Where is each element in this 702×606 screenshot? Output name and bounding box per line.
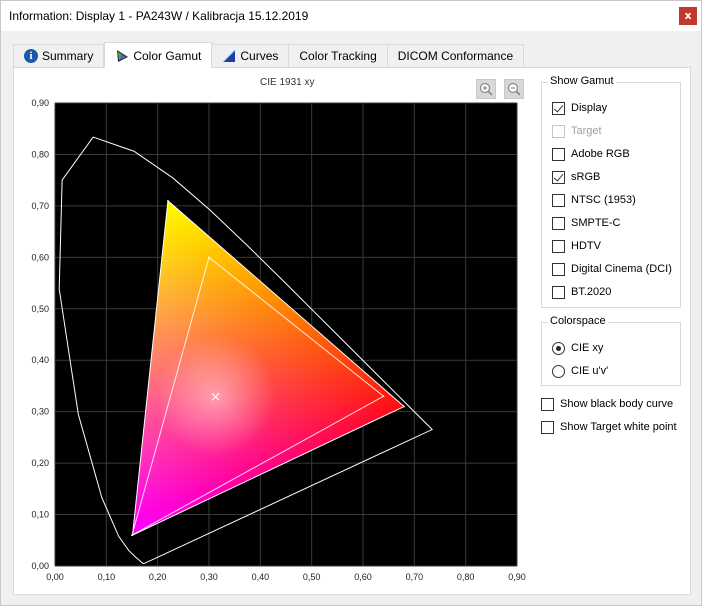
tab-label: Summary [42, 49, 94, 63]
close-button[interactable]: x [679, 7, 697, 25]
checkbox-label: Digital Cinema (DCI) [571, 263, 672, 275]
checkbox-label: Adobe RGB [571, 148, 630, 160]
tab-label: Curves [240, 49, 279, 63]
x-tick-label: 0,50 [303, 572, 321, 582]
checkbox-label: sRGB [571, 171, 601, 183]
checkbox-box[interactable] [552, 170, 565, 184]
black-body-curve-checkbox[interactable]: Show black body curve [541, 396, 673, 412]
chart-title: CIE 1931 xy [260, 77, 315, 88]
checkbox-label: Display [571, 102, 608, 114]
checkbox-box[interactable] [552, 262, 565, 276]
gamut-adobe-rgb-checkbox[interactable]: Adobe RGB [552, 146, 630, 162]
checkbox-box[interactable] [552, 239, 565, 253]
checkbox-label: Show Target white point [560, 421, 677, 433]
checkbox-box[interactable] [552, 124, 565, 138]
show-gamut-title: Show Gamut [548, 75, 616, 87]
checkbox-box[interactable] [552, 101, 565, 115]
client-area: i Summary Color Gamut Curves Color Track… [1, 31, 701, 605]
x-tick-label: 0,20 [149, 572, 167, 582]
zoom-in-button[interactable] [476, 79, 496, 99]
y-tick-label: 0,10 [31, 510, 49, 520]
tab-curves[interactable]: Curves [212, 44, 290, 67]
info-window: Information: Display 1 - PA243W / Kalibr… [0, 0, 702, 606]
gamut-vertex-srgb [131, 534, 133, 536]
colorspace-group: Colorspace CIE xy CIE u'v' [541, 315, 681, 386]
y-tick-label: 0,30 [31, 407, 49, 417]
checkbox-label: HDTV [571, 240, 601, 252]
show-gamut-group: Show Gamut Display Target Adobe RGB sRGB… [541, 75, 681, 308]
y-tick-label: 0,50 [31, 304, 49, 314]
tab-color-gamut[interactable]: Color Gamut [104, 42, 213, 68]
gamut-smpte-c-checkbox[interactable]: SMPTE-C [552, 215, 621, 231]
gamut-ntsc-checkbox[interactable]: NTSC (1953) [552, 192, 636, 208]
checkbox-box[interactable] [552, 285, 565, 299]
tab-label: DICOM Conformance [397, 49, 514, 63]
x-tick-label: 0,70 [406, 572, 424, 582]
tab-label: Color Tracking [299, 49, 377, 63]
gamut-vertex-srgb [382, 395, 385, 398]
checkbox-box[interactable] [552, 193, 565, 207]
gamut-srgb-checkbox[interactable]: sRGB [552, 169, 600, 185]
y-tick-label: 0,20 [31, 458, 49, 468]
tab-dicom-conformance[interactable]: DICOM Conformance [387, 44, 525, 67]
checkbox-box[interactable] [541, 420, 554, 434]
gamut-bt2020-checkbox[interactable]: BT.2020 [552, 284, 611, 300]
tab-summary[interactable]: i Summary [13, 44, 105, 67]
gamut-vertex-srgb [208, 256, 210, 259]
radio-button[interactable] [552, 341, 565, 355]
checkbox-box[interactable] [552, 216, 565, 230]
gamut-display-checkbox[interactable]: Display [552, 100, 607, 116]
radio-label: CIE u'v' [571, 365, 609, 377]
x-tick-label: 0,80 [457, 572, 475, 582]
x-tick-label: 0,10 [98, 572, 116, 582]
radio-button[interactable] [552, 364, 565, 378]
checkbox-label: Show black body curve [560, 398, 674, 410]
gamut-dci-checkbox[interactable]: Digital Cinema (DCI) [552, 261, 672, 277]
zoom-out-button[interactable] [504, 79, 524, 99]
checkbox-label: BT.2020 [571, 286, 612, 298]
checkbox-box[interactable] [552, 147, 565, 161]
gamut-vertex-display [167, 199, 169, 202]
x-tick-label: 0,90 [508, 572, 526, 582]
gamut-target-checkbox[interactable]: Target [552, 123, 602, 139]
colorspace-cie-uv-radio[interactable]: CIE u'v' [552, 363, 608, 379]
radio-label: CIE xy [571, 342, 604, 354]
checkbox-label: Target [571, 125, 602, 137]
tab-color-tracking[interactable]: Color Tracking [289, 44, 388, 67]
y-tick-label: 0,90 [31, 98, 49, 108]
title-bar: Information: Display 1 - PA243W / Kalibr… [1, 1, 701, 31]
y-tick-label: 0,80 [31, 149, 49, 159]
y-tick-label: 0,40 [31, 355, 49, 365]
colorspace-cie-xy-radio[interactable]: CIE xy [552, 340, 603, 356]
curves-icon [222, 49, 236, 63]
zoom-in-icon [479, 82, 493, 96]
gamut-vertex-display [403, 405, 405, 408]
x-tick-label: 0,00 [46, 572, 64, 582]
gamut-hdtv-checkbox[interactable]: HDTV [552, 238, 601, 254]
color-gamut-icon [115, 49, 129, 63]
tab-bar: i Summary Color Gamut Curves Color Track… [13, 42, 525, 68]
x-tick-label: 0,60 [354, 572, 372, 582]
info-icon: i [24, 49, 38, 63]
y-tick-label: 0,70 [31, 201, 49, 211]
y-tick-label: 0,00 [31, 561, 49, 571]
tab-label: Color Gamut [133, 48, 202, 63]
colorspace-title: Colorspace [548, 315, 608, 327]
checkbox-box[interactable] [541, 397, 554, 411]
zoom-out-icon [507, 82, 521, 96]
status-bar [1, 597, 701, 605]
y-tick-label: 0,60 [31, 252, 49, 262]
target-white-point-checkbox[interactable]: Show Target white point [541, 419, 677, 435]
window-title: Information: Display 1 - PA243W / Kalibr… [9, 9, 309, 23]
checkbox-label: NTSC (1953) [571, 194, 636, 206]
cie-gamut-chart: 0,00 0,10 0,20 0,30 0,40 0,50 0,60 0,70 0,80 0,90… [31, 98, 526, 582]
checkbox-label: SMPTE-C [571, 217, 621, 229]
x-tick-label: 0,30 [200, 572, 218, 582]
x-tick-label: 0,40 [252, 572, 270, 582]
